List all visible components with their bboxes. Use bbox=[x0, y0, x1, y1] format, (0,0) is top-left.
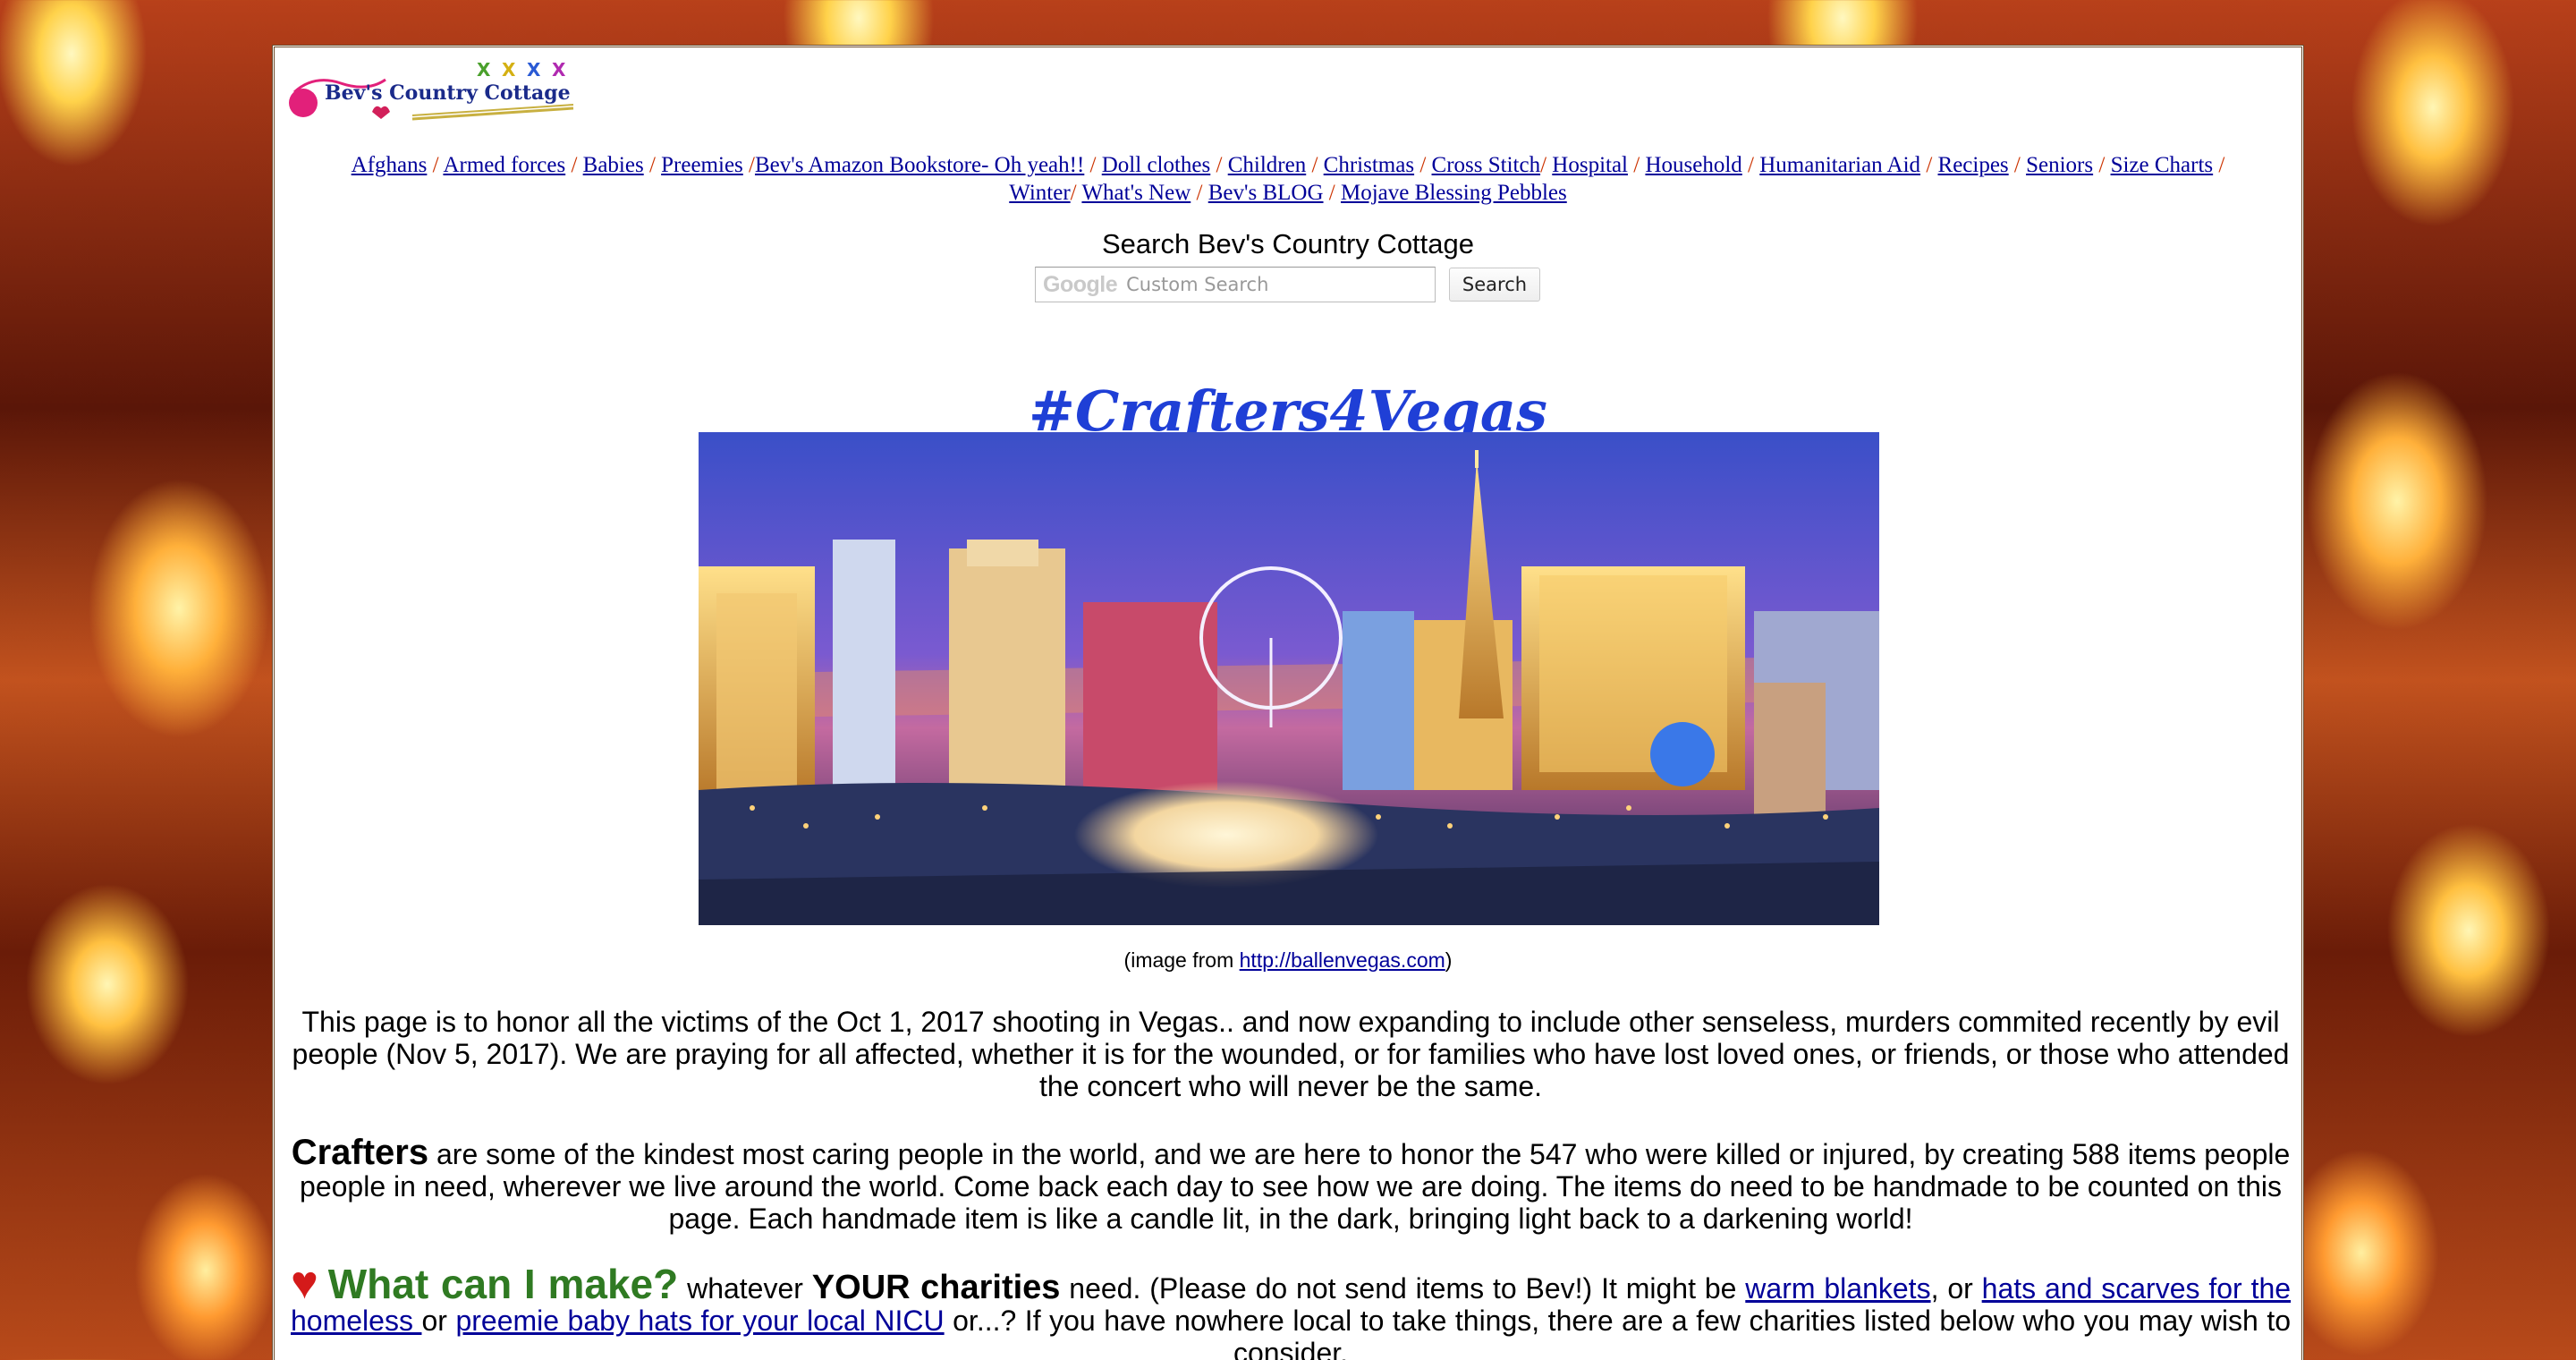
nav-separator: / bbox=[1196, 181, 1203, 205]
las-vegas-skyline-image bbox=[699, 432, 1879, 925]
site-logo[interactable]: Bev's Country Cottage X X X X bbox=[287, 56, 579, 126]
nav-separator: / bbox=[1748, 153, 1754, 177]
nav-separator: / bbox=[648, 153, 656, 177]
nav-separator: / bbox=[1311, 153, 1318, 177]
intro-paragraph: This page is to honor all the victims of… bbox=[292, 1006, 2290, 1102]
image-caption: (image from http://ballenvegas.com) bbox=[1123, 948, 1453, 972]
search-field[interactable]: Google bbox=[1035, 267, 1436, 302]
nav-link-winter[interactable]: Winter bbox=[1009, 181, 1070, 205]
nav-link-armed-forces[interactable]: Armed forces bbox=[443, 153, 565, 177]
nav-link-recipes[interactable]: Recipes bbox=[1938, 153, 2009, 177]
nav-separator: / bbox=[1926, 153, 1933, 177]
heart-icon: ♥ bbox=[291, 1257, 319, 1309]
crafters-paragraph: Crafters are some of the kindest most ca… bbox=[291, 1133, 2291, 1235]
what-can-i-make-paragraph: ♥ What can I make? whatever YOUR chariti… bbox=[291, 1257, 2292, 1360]
preemie-hats-link[interactable]: preemie baby hats for your local NICU bbox=[455, 1305, 944, 1337]
page-container: Bev's Country Cottage X X X X Afghans / … bbox=[272, 45, 2304, 1360]
yarn-ball-icon bbox=[289, 89, 318, 117]
nav-link-size-charts[interactable]: Size Charts bbox=[2111, 153, 2214, 177]
svg-text:X: X bbox=[527, 59, 541, 81]
nav-separator: / bbox=[571, 153, 578, 177]
nav-link-preemies[interactable]: Preemies bbox=[661, 153, 743, 177]
nav-separator: / bbox=[1633, 153, 1640, 177]
nav-link-doll-clothes[interactable]: Doll clothes bbox=[1102, 153, 1211, 177]
nav-link-humanitarian-aid[interactable]: Humanitarian Aid bbox=[1759, 153, 1920, 177]
nav-separator: / bbox=[1419, 153, 1427, 177]
nav-link-mojave-blessing-pebbles[interactable]: Mojave Blessing Pebbles bbox=[1341, 181, 1567, 205]
logo-text: Bev's Country Cottage bbox=[325, 81, 571, 105]
nav-link-whats-new[interactable]: What's New bbox=[1081, 181, 1191, 205]
nav-separator: / bbox=[432, 153, 439, 177]
search-input[interactable] bbox=[1126, 274, 1395, 295]
svg-text:X: X bbox=[502, 59, 516, 81]
nav-link-afghans[interactable]: Afghans bbox=[352, 153, 428, 177]
search-title: Search Bev's Country Cottage bbox=[1101, 228, 1475, 259]
nav-link-christmas[interactable]: Christmas bbox=[1324, 153, 1414, 177]
nav-separator: / bbox=[2098, 153, 2106, 177]
main-nav: Afghans / Armed forces / Babies / Preemi… bbox=[275, 151, 2301, 207]
nav-separator: / bbox=[1089, 153, 1097, 177]
nav-link-children[interactable]: Children bbox=[1228, 153, 1307, 177]
search-button[interactable]: Search bbox=[1449, 268, 1540, 302]
nav-separator: / bbox=[2013, 153, 2021, 177]
image-source-link[interactable]: http://ballenvegas.com bbox=[1240, 948, 1445, 972]
svg-text:X: X bbox=[477, 59, 491, 81]
nav-separator: / bbox=[1328, 181, 1335, 205]
nav-link-household[interactable]: Household bbox=[1645, 153, 1741, 177]
warm-blankets-link[interactable]: warm blankets bbox=[1745, 1272, 1930, 1305]
nav-separator: / bbox=[749, 153, 755, 177]
nav-link-hospital[interactable]: Hospital bbox=[1552, 153, 1628, 177]
nav-separator: / bbox=[1070, 181, 1077, 205]
svg-text:X: X bbox=[552, 59, 566, 81]
nav-separator: / bbox=[1216, 153, 1223, 177]
nav-link-bevs-blog[interactable]: Bev's BLOG bbox=[1208, 181, 1324, 205]
nav-link-cross-stitch[interactable]: Cross Stitch bbox=[1432, 153, 1541, 177]
what-can-i-make-heading: What can I make? bbox=[327, 1261, 679, 1307]
nav-link-amazon-bookstore[interactable]: Bev's Amazon Bookstore- Oh yeah!! bbox=[755, 153, 1084, 177]
heart-logo-icon bbox=[372, 106, 390, 119]
nav-link-seniors[interactable]: Seniors bbox=[2026, 153, 2093, 177]
nav-link-babies[interactable]: Babies bbox=[583, 153, 644, 177]
crafters-heading: Crafters bbox=[291, 1133, 429, 1172]
nav-separator: / bbox=[1540, 153, 1547, 177]
google-logo: Google bbox=[1043, 271, 1118, 297]
nav-separator: / bbox=[2218, 153, 2225, 177]
